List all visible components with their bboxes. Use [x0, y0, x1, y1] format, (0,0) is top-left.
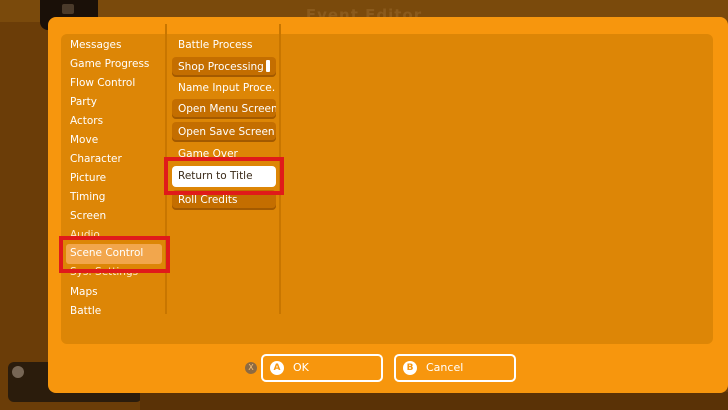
- command-item[interactable]: Battle Process: [172, 35, 276, 55]
- b-button-icon: B: [403, 361, 417, 375]
- highlight-box-category: [59, 236, 170, 273]
- category-item[interactable]: Flow Control: [70, 74, 166, 93]
- highlight-box-command: [164, 157, 284, 195]
- scrollbar-thumb[interactable]: [266, 60, 270, 72]
- category-item[interactable]: Move: [70, 131, 166, 150]
- category-item[interactable]: Maps: [70, 283, 166, 302]
- command-item[interactable]: Open Menu Screen: [172, 99, 276, 119]
- category-item[interactable]: Character: [70, 150, 166, 169]
- category-item[interactable]: Battle: [70, 302, 166, 321]
- category-item[interactable]: Timing: [70, 188, 166, 207]
- ok-button-label: OK: [293, 361, 309, 374]
- category-item[interactable]: Party: [70, 93, 166, 112]
- cancel-button-label: Cancel: [426, 361, 464, 374]
- command-item[interactable]: Open Save Screen: [172, 122, 276, 142]
- command-item[interactable]: Shop Processing: [172, 57, 276, 77]
- cancel-button[interactable]: B Cancel: [394, 354, 516, 382]
- category-item[interactable]: Actors: [70, 112, 166, 131]
- ok-button[interactable]: A OK: [261, 354, 383, 382]
- category-item[interactable]: Messages: [70, 36, 166, 55]
- command-item[interactable]: Name Input Proce…: [172, 78, 276, 98]
- category-item[interactable]: Game Progress: [70, 55, 166, 74]
- a-button-icon: A: [270, 361, 284, 375]
- x-button-hint-icon: X: [245, 362, 257, 374]
- category-item[interactable]: Screen: [70, 207, 166, 226]
- background-bottom-bar: [140, 392, 728, 410]
- category-item[interactable]: Picture: [70, 169, 166, 188]
- minus-icon: [12, 366, 24, 378]
